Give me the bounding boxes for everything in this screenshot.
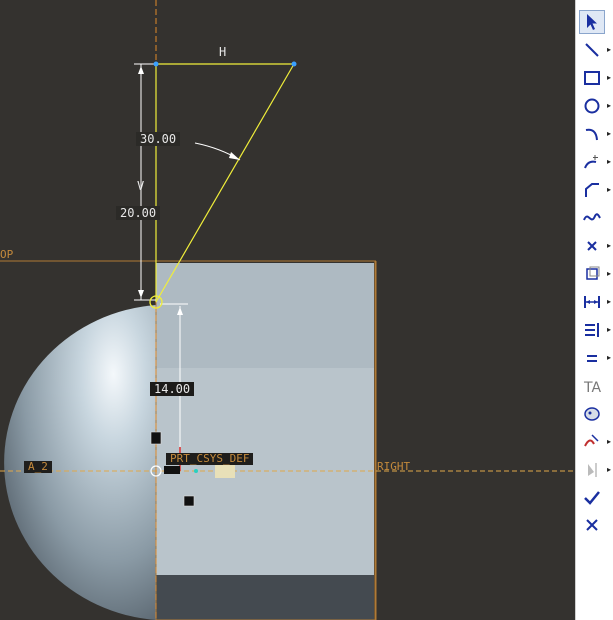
fillet-tool[interactable] <box>579 150 605 174</box>
rectangle-tool[interactable] <box>579 66 605 90</box>
palette-tool[interactable] <box>579 402 605 426</box>
chamfer-icon <box>585 183 599 197</box>
trim-icon <box>584 434 599 447</box>
circle-tool-menu[interactable]: ▸ <box>607 102 613 110</box>
modify-tool-menu[interactable]: ▸ <box>607 326 613 334</box>
dimension-icon <box>584 296 600 308</box>
point-tool-menu[interactable]: ▸ <box>607 242 613 250</box>
chamfer-tool[interactable] <box>579 178 605 202</box>
select-tool[interactable] <box>579 10 605 34</box>
sketch-graphics[interactable] <box>0 0 575 620</box>
dimension-tool-menu[interactable]: ▸ <box>607 298 613 306</box>
csys-label: PRT_CSYS_DEF <box>166 453 254 465</box>
rectangle-icon <box>584 71 600 85</box>
point-tool[interactable] <box>579 234 605 258</box>
offset-tool-menu[interactable]: ▸ <box>607 270 613 278</box>
spline-tool[interactable] <box>579 206 605 230</box>
arc-icon <box>585 128 598 141</box>
right-reference-label: RIGHT <box>377 460 411 473</box>
accept-button[interactable] <box>579 486 605 510</box>
offset-tool[interactable] <box>579 262 605 286</box>
v-constraint-label[interactable]: V <box>137 179 144 193</box>
constraint-tool[interactable] <box>579 346 605 370</box>
angle-dimension[interactable]: 30.00 <box>136 132 181 146</box>
cancel-icon <box>586 519 598 531</box>
modify-icon <box>585 323 599 337</box>
chamfer-tool-menu[interactable]: ▸ <box>607 186 613 194</box>
line-tool-menu[interactable]: ▸ <box>607 46 613 54</box>
vertical-dimension[interactable]: 20.00 <box>116 206 161 220</box>
point-icon <box>587 241 597 251</box>
top-reference-label: OP <box>0 248 14 261</box>
mirror-tool[interactable] <box>579 458 605 482</box>
circle-icon <box>584 98 600 114</box>
text-icon: TA <box>583 380 601 396</box>
dimension-tool[interactable] <box>579 290 605 314</box>
text-tool[interactable]: TA <box>579 374 605 398</box>
select-icon <box>587 14 597 30</box>
axis-label: A_2 <box>24 461 52 473</box>
fillet-tool-menu[interactable]: ▸ <box>607 158 613 166</box>
offset-icon <box>586 266 600 280</box>
svg-text:TA: TA <box>583 380 601 396</box>
line-tool[interactable] <box>579 38 605 62</box>
trim-tool-menu[interactable]: ▸ <box>607 438 613 446</box>
modify-tool[interactable] <box>579 318 605 342</box>
mirror-tool-menu[interactable]: ▸ <box>607 466 613 474</box>
line-icon <box>585 43 599 57</box>
mirror-icon <box>588 463 597 477</box>
sketch-canvas[interactable]: OP RIGHT A_2 PRT_CSYS_DEF H 30.00 V 20.0… <box>0 0 575 620</box>
spline-icon <box>583 213 601 221</box>
arc-tool-menu[interactable]: ▸ <box>607 130 613 138</box>
palette-icon <box>584 407 600 421</box>
constraint-tool-menu[interactable]: ▸ <box>607 354 613 362</box>
circle-tool[interactable] <box>579 94 605 118</box>
constraint-icon <box>587 355 597 362</box>
cancel-button[interactable] <box>579 513 605 537</box>
arc-tool[interactable] <box>579 122 605 146</box>
h-constraint-label[interactable]: H <box>219 45 226 59</box>
accept-icon <box>584 491 600 505</box>
trim-tool[interactable] <box>579 430 605 454</box>
fillet-icon <box>584 155 598 169</box>
height-dimension[interactable]: 14.00 <box>150 382 195 396</box>
rectangle-tool-menu[interactable]: ▸ <box>607 74 613 82</box>
sketch-toolbar: ▸ ▸ ▸ ▸ ▸ ▸ ▸ ▸ ▸ ▸ ▸ TA ▸ ▸ <box>575 0 613 620</box>
